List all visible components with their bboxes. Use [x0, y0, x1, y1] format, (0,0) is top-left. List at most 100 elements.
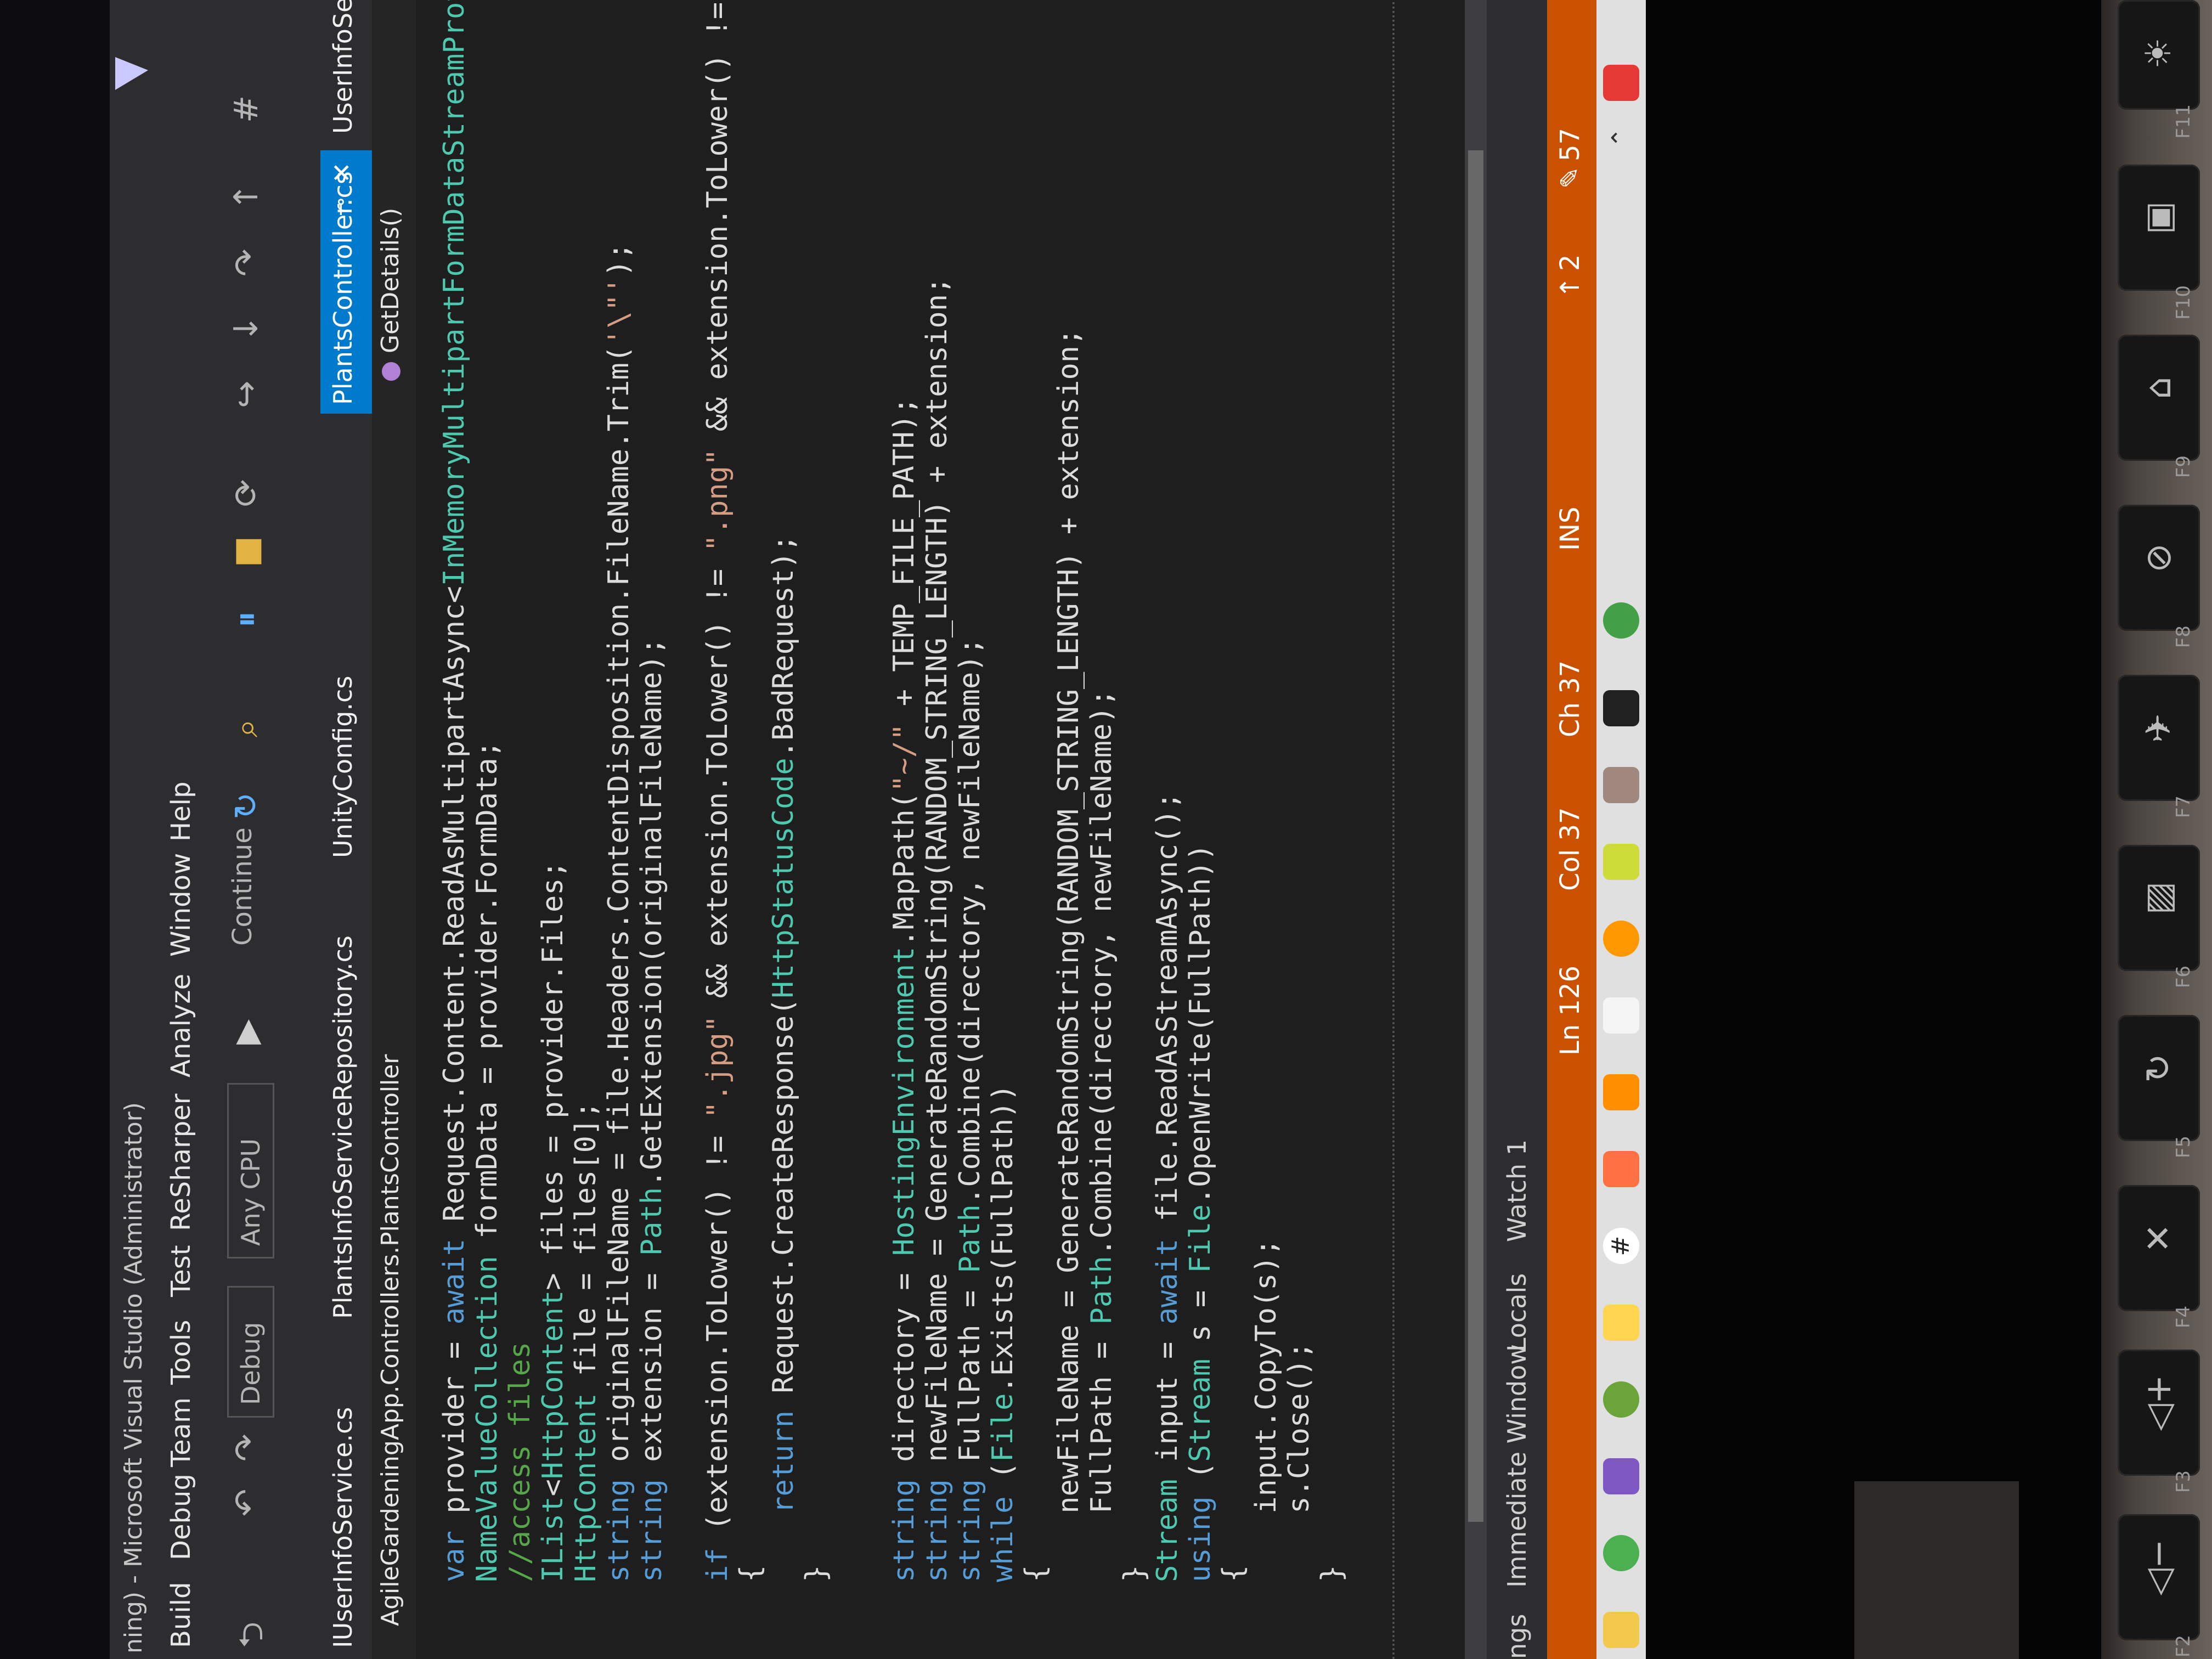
- code-line: IList<HttpContent> files = provider.File…: [537, 861, 569, 1582]
- tab-watch-1[interactable]: Watch 1: [1502, 1139, 1532, 1242]
- horizontal-scrollbar[interactable]: [1465, 0, 1487, 1659]
- redo-icon[interactable]: ↷: [227, 1434, 266, 1462]
- code-line: string newFileName = GenerateRandomStrin…: [921, 276, 953, 1582]
- code-editor[interactable]: var provider = await Request.Content.Rea…: [416, 0, 1469, 1659]
- tab-immediate-window[interactable]: Immediate Window: [1502, 1344, 1532, 1588]
- refresh-icon[interactable]: ↻: [227, 792, 266, 820]
- restart-icon[interactable]: ⟳: [227, 479, 266, 507]
- undo-icon[interactable]: ↶: [227, 1489, 266, 1516]
- laptop-bezel: [1624, 0, 2101, 1659]
- chrome-icon[interactable]: [1603, 1535, 1639, 1571]
- code-line: NameValueCollection formData = provider.…: [471, 740, 504, 1582]
- code-line: using (Stream s = File.OpenWrite(FullPat…: [1184, 843, 1217, 1582]
- pin-icon[interactable]: ⊸: [328, 198, 353, 216]
- line-number: Ln 126: [1555, 965, 1585, 1056]
- config-select[interactable]: Debug: [227, 1286, 274, 1418]
- tab-settings[interactable]: ngs: [1502, 1614, 1532, 1659]
- menu-debug[interactable]: Debug: [166, 1474, 196, 1560]
- key-f5: ↻ F5: [2118, 1015, 2200, 1158]
- key-f8: ⊘ F8: [2118, 505, 2200, 648]
- step-out-icon[interactable]: ↑: [227, 183, 266, 211]
- code-line: {: [1217, 1565, 1250, 1582]
- code-line: {: [1019, 1565, 1052, 1582]
- tool-icon[interactable]: [1603, 844, 1639, 880]
- close-icon[interactable]: ✕: [327, 162, 357, 183]
- code-line: //access files: [504, 1341, 537, 1582]
- find-icon[interactable]: ⌕: [227, 719, 266, 737]
- menu-resharper[interactable]: ReSharper: [166, 1094, 196, 1232]
- menu-team[interactable]: Team: [166, 1397, 196, 1467]
- step-icon[interactable]: ↪: [227, 381, 266, 408]
- code-line: }: [1316, 1565, 1348, 1582]
- stop-icon[interactable]: ■: [227, 536, 266, 567]
- laptop-hinge: [1854, 1481, 2019, 1659]
- code-line: string directory = HostingEnvironment.Ma…: [888, 397, 921, 1582]
- tab-locals[interactable]: Locals: [1502, 1273, 1532, 1352]
- app-icon[interactable]: [1603, 1381, 1639, 1418]
- key-f10: ▣ F10: [2118, 165, 2200, 320]
- code-line: var provider = await Request.Content.Rea…: [438, 0, 471, 1582]
- menu-help[interactable]: Help: [166, 782, 196, 842]
- hex-icon[interactable]: #: [227, 95, 266, 123]
- key-f3: ◁+ F3: [2118, 1350, 2200, 1493]
- platform-select[interactable]: Any CPU: [227, 1083, 274, 1259]
- key-f6: ▨ F6: [2118, 845, 2200, 988]
- menu-build[interactable]: Build: [166, 1582, 196, 1649]
- menu-tools[interactable]: Tools: [166, 1320, 196, 1385]
- back-icon[interactable]: ⮌: [227, 1622, 283, 1648]
- code-line: FullPath = Path.Combine(directory, newFi…: [1085, 689, 1118, 1582]
- photos-icon[interactable]: [1603, 690, 1639, 726]
- code-line: string originalFileName = file.Headers.C…: [602, 242, 635, 1582]
- code-line: Stream input = await file.ReadAsStreamAs…: [1151, 792, 1184, 1582]
- visual-studio-icon[interactable]: [1603, 1458, 1639, 1494]
- insert-mode: INS: [1555, 506, 1585, 551]
- store-icon[interactable]: [1603, 767, 1639, 803]
- menu-window[interactable]: Window: [166, 853, 196, 957]
- tray-app-icon[interactable]: [1603, 65, 1639, 101]
- office-icon[interactable]: [1603, 1074, 1639, 1110]
- menu-test[interactable]: Test: [166, 1245, 196, 1297]
- menu-bar: Build Debug Team Tools Test ReSharper An…: [160, 0, 205, 1659]
- key-f2: ◁− F2: [2118, 1514, 2200, 1657]
- tab-userinfoservice[interactable]: UserInfoServic: [328, 0, 358, 134]
- filter-icon[interactable]: [115, 57, 148, 90]
- publish-icon[interactable]: ↑: [1555, 276, 1585, 298]
- code-line: while (File.Exists(FullPath)): [986, 1084, 1019, 1582]
- edit-count: 57: [1555, 127, 1585, 161]
- menu-analyze[interactable]: Analyze: [166, 974, 196, 1077]
- play-icon[interactable]: ▶: [227, 1019, 266, 1045]
- document-tabs: IUserInfoService.cs PlantsInfoServiceRep…: [320, 0, 372, 1659]
- step-over-icon[interactable]: ↷: [227, 249, 266, 276]
- code-line: string FullPath = Path.Combine(directory…: [953, 637, 986, 1582]
- edit-icon[interactable]: ✎: [1555, 167, 1585, 189]
- chevron-up-icon[interactable]: ⌃: [1603, 120, 1639, 156]
- tab-iuserinfoservice[interactable]: IUserInfoService.cs: [328, 1407, 358, 1648]
- code-line: return Request.CreateResponse(HttpStatus…: [767, 534, 800, 1514]
- pen-icon[interactable]: [1603, 1151, 1639, 1187]
- title-bar: ning) - Microsoft Visual Studio (Adminis…: [110, 0, 160, 1659]
- file-explorer-icon[interactable]: [1603, 1612, 1639, 1648]
- slack-icon[interactable]: #: [1603, 1228, 1639, 1264]
- mail-icon[interactable]: [1603, 997, 1639, 1034]
- member-dropdown[interactable]: GetDetails(): [376, 208, 404, 353]
- firefox-icon[interactable]: [1603, 921, 1639, 957]
- tab-plantscontroller[interactable]: PlantsController.cs ⊸ ✕: [320, 150, 372, 414]
- char-number: Ch 37: [1555, 660, 1585, 737]
- type-dropdown[interactable]: AgileGardeningApp.Controllers.PlantsCont…: [376, 1054, 404, 1626]
- continue-button[interactable]: Continue: [227, 827, 258, 946]
- key-f11: ☀ F11: [2118, 0, 2200, 139]
- step-into-icon[interactable]: ↓: [227, 315, 266, 342]
- code-line: }: [800, 1565, 833, 1582]
- taskbar: # ⌃: [1596, 0, 1646, 1659]
- indent-guide: [1392, 0, 1395, 1659]
- column-number: Col 37: [1555, 807, 1585, 891]
- tab-plantsinfoservicerepository[interactable]: PlantsInfoServiceRepository.cs: [328, 935, 358, 1319]
- platform-value: Any CPU: [236, 1138, 266, 1246]
- scrollbar-thumb[interactable]: [1468, 150, 1483, 1522]
- code-line: string extension = Path.GetExtension(ori…: [635, 637, 668, 1582]
- tab-unityconfig[interactable]: UnityConfig.cs: [328, 676, 358, 858]
- notes-icon[interactable]: [1603, 1305, 1639, 1341]
- pause-icon[interactable]: ⏸: [227, 611, 266, 628]
- window-title: ning) - Microsoft Visual Studio (Adminis…: [120, 1102, 148, 1654]
- chrome-icon-2[interactable]: [1603, 602, 1639, 639]
